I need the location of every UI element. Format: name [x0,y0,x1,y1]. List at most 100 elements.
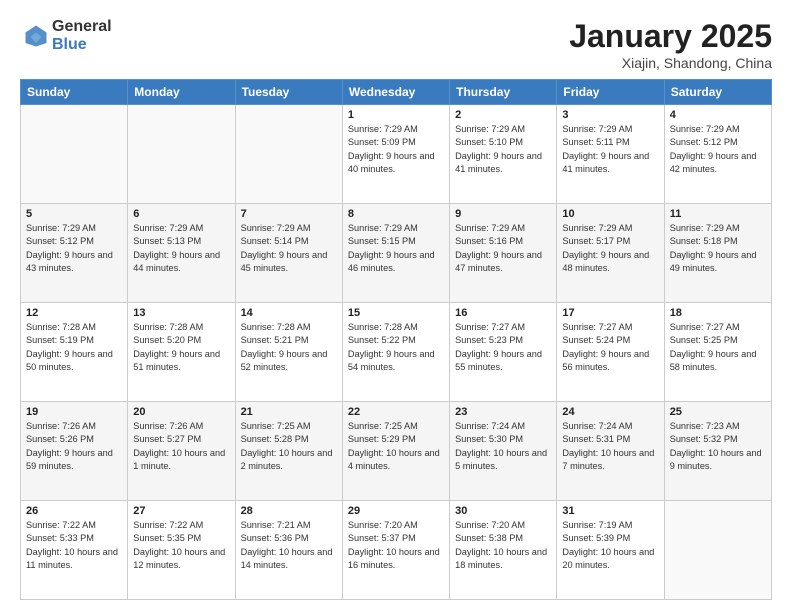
weekday-header-monday: Monday [128,80,235,105]
day-cell: 31 Sunrise: 7:19 AM Sunset: 5:39 PM Dayli… [557,501,664,600]
day-cell: 14Sunrise: 7:28 AM Sunset: 5:21 PM Dayli… [235,303,342,402]
day-info: Sunrise: 7:28 AM Sunset: 5:22 PM Dayligh… [348,321,444,374]
day-cell: 19Sunrise: 7:26 AM Sunset: 5:26 PM Dayli… [21,402,128,501]
day-cell: 26 Sunrise: 7:22 AM Sunset: 5:33 PM Dayli… [21,501,128,600]
day-cell: 21Sunrise: 7:25 AM Sunset: 5:28 PM Dayli… [235,402,342,501]
day-info: Sunrise: 7:29 AM Sunset: 5:11 PM Dayligh… [562,123,658,176]
day-cell: 13Sunrise: 7:28 AM Sunset: 5:20 PM Dayli… [128,303,235,402]
day-cell: 3 Sunrise: 7:29 AM Sunset: 5:11 PM Daylig… [557,105,664,204]
day-info: Sunrise: 7:24 AM Sunset: 5:31 PM Dayligh… [562,420,658,473]
day-info: Sunrise: 7:28 AM Sunset: 5:21 PM Dayligh… [241,321,337,374]
day-number: 22 [348,406,444,418]
day-number: 2 [455,109,551,121]
week-row-3: 12 Sunrise: 7:28 AM Sunset: 5:19 PM Dayli… [21,303,772,402]
day-number: 27 [133,505,229,517]
day-number: 26 [26,505,122,517]
location: Xiajin, Shandong, China [569,55,772,71]
week-row-4: 19Sunrise: 7:26 AM Sunset: 5:26 PM Dayli… [21,402,772,501]
day-number: 25 [670,406,766,418]
day-cell: 20Sunrise: 7:26 AM Sunset: 5:27 PM Dayli… [128,402,235,501]
weekday-header-saturday: Saturday [664,80,771,105]
day-cell: 27 Sunrise: 7:22 AM Sunset: 5:35 PM Dayli… [128,501,235,600]
day-number: 17 [562,307,658,319]
day-number: 1 [348,109,444,121]
weekday-header-wednesday: Wednesday [342,80,449,105]
weekday-header-friday: Friday [557,80,664,105]
day-cell: 28Sunrise: 7:21 AM Sunset: 5:36 PM Dayli… [235,501,342,600]
title-block: January 2025 Xiajin, Shandong, China [569,18,772,71]
day-cell: 30 Sunrise: 7:20 AM Sunset: 5:38 PM Dayli… [450,501,557,600]
day-number: 3 [562,109,658,121]
day-info: Sunrise: 7:19 AM Sunset: 5:39 PM Dayligh… [562,519,658,572]
day-info: Sunrise: 7:20 AM Sunset: 5:38 PM Dayligh… [455,519,551,572]
day-info: Sunrise: 7:29 AM Sunset: 5:17 PM Dayligh… [562,222,658,275]
weekday-header-tuesday: Tuesday [235,80,342,105]
day-cell: 7Sunrise: 7:29 AM Sunset: 5:14 PM Daylig… [235,204,342,303]
day-cell: 11 Sunrise: 7:29 AM Sunset: 5:18 PM Dayli… [664,204,771,303]
day-number: 21 [241,406,337,418]
logo: General Blue [20,18,112,53]
day-number: 30 [455,505,551,517]
day-info: Sunrise: 7:25 AM Sunset: 5:29 PM Dayligh… [348,420,444,473]
day-number: 8 [348,208,444,220]
day-info: Sunrise: 7:29 AM Sunset: 5:18 PM Dayligh… [670,222,766,275]
logo-text: General Blue [52,18,112,53]
day-number: 18 [670,307,766,319]
day-number: 11 [670,208,766,220]
day-info: Sunrise: 7:27 AM Sunset: 5:24 PM Dayligh… [562,321,658,374]
day-info: Sunrise: 7:27 AM Sunset: 5:23 PM Dayligh… [455,321,551,374]
day-info: Sunrise: 7:27 AM Sunset: 5:25 PM Dayligh… [670,321,766,374]
day-info: Sunrise: 7:29 AM Sunset: 5:12 PM Dayligh… [670,123,766,176]
page: General Blue January 2025 Xiajin, Shando… [0,0,792,612]
day-cell [128,105,235,204]
week-row-2: 5Sunrise: 7:29 AM Sunset: 5:12 PM Daylig… [21,204,772,303]
day-cell: 2 Sunrise: 7:29 AM Sunset: 5:10 PM Daylig… [450,105,557,204]
calendar-table: SundayMondayTuesdayWednesdayThursdayFrid… [20,79,772,600]
day-number: 19 [26,406,122,418]
day-cell: 10Sunrise: 7:29 AM Sunset: 5:17 PM Dayli… [557,204,664,303]
day-cell: 1Sunrise: 7:29 AM Sunset: 5:09 PM Daylig… [342,105,449,204]
day-number: 20 [133,406,229,418]
day-cell: 17 Sunrise: 7:27 AM Sunset: 5:24 PM Dayli… [557,303,664,402]
day-number: 23 [455,406,551,418]
day-info: Sunrise: 7:23 AM Sunset: 5:32 PM Dayligh… [670,420,766,473]
day-number: 31 [562,505,658,517]
logo-blue-text: Blue [52,36,112,54]
day-number: 12 [26,307,122,319]
day-info: Sunrise: 7:28 AM Sunset: 5:19 PM Dayligh… [26,321,122,374]
weekday-header-thursday: Thursday [450,80,557,105]
day-cell: 9 Sunrise: 7:29 AM Sunset: 5:16 PM Daylig… [450,204,557,303]
day-number: 16 [455,307,551,319]
day-number: 13 [133,307,229,319]
month-title: January 2025 [569,18,772,55]
day-cell: 5Sunrise: 7:29 AM Sunset: 5:12 PM Daylig… [21,204,128,303]
header: General Blue January 2025 Xiajin, Shando… [20,18,772,71]
day-info: Sunrise: 7:22 AM Sunset: 5:33 PM Dayligh… [26,519,122,572]
day-info: Sunrise: 7:29 AM Sunset: 5:13 PM Dayligh… [133,222,229,275]
day-cell: 8 Sunrise: 7:29 AM Sunset: 5:15 PM Daylig… [342,204,449,303]
day-info: Sunrise: 7:29 AM Sunset: 5:12 PM Dayligh… [26,222,122,275]
day-cell: 25 Sunrise: 7:23 AM Sunset: 5:32 PM Dayli… [664,402,771,501]
week-row-1: 1Sunrise: 7:29 AM Sunset: 5:09 PM Daylig… [21,105,772,204]
day-cell [21,105,128,204]
day-cell: 4 Sunrise: 7:29 AM Sunset: 5:12 PM Daylig… [664,105,771,204]
day-number: 4 [670,109,766,121]
day-info: Sunrise: 7:29 AM Sunset: 5:15 PM Dayligh… [348,222,444,275]
day-number: 9 [455,208,551,220]
day-number: 29 [348,505,444,517]
day-info: Sunrise: 7:22 AM Sunset: 5:35 PM Dayligh… [133,519,229,572]
week-row-5: 26 Sunrise: 7:22 AM Sunset: 5:33 PM Dayli… [21,501,772,600]
day-cell: 24 Sunrise: 7:24 AM Sunset: 5:31 PM Dayli… [557,402,664,501]
day-cell: 6Sunrise: 7:29 AM Sunset: 5:13 PM Daylig… [128,204,235,303]
day-cell: 12 Sunrise: 7:28 AM Sunset: 5:19 PM Dayli… [21,303,128,402]
day-info: Sunrise: 7:21 AM Sunset: 5:36 PM Dayligh… [241,519,337,572]
day-cell: 18 Sunrise: 7:27 AM Sunset: 5:25 PM Dayli… [664,303,771,402]
day-cell [664,501,771,600]
day-info: Sunrise: 7:29 AM Sunset: 5:10 PM Dayligh… [455,123,551,176]
day-info: Sunrise: 7:29 AM Sunset: 5:16 PM Dayligh… [455,222,551,275]
day-cell [235,105,342,204]
day-info: Sunrise: 7:29 AM Sunset: 5:14 PM Dayligh… [241,222,337,275]
day-cell: 15Sunrise: 7:28 AM Sunset: 5:22 PM Dayli… [342,303,449,402]
day-number: 24 [562,406,658,418]
day-info: Sunrise: 7:20 AM Sunset: 5:37 PM Dayligh… [348,519,444,572]
